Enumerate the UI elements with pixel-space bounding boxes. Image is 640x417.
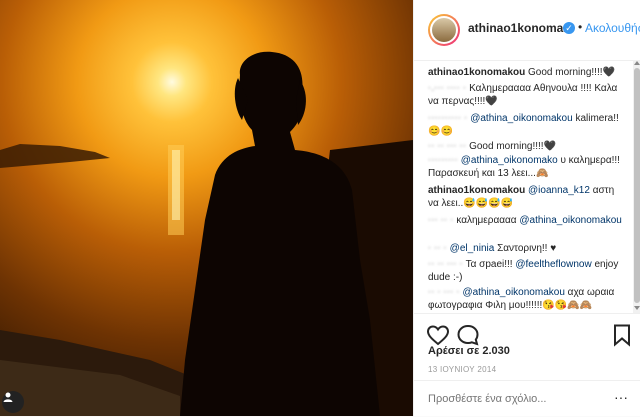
more-options-icon[interactable]: ··· bbox=[614, 389, 628, 405]
comment-item: ·········· · @athina_oikonomakou kalimer… bbox=[428, 112, 624, 138]
comment-mention[interactable]: @ioanna_k12 bbox=[528, 185, 590, 196]
comment-mention[interactable]: @athina_oikonomakou bbox=[519, 215, 621, 226]
user-tag-icon[interactable] bbox=[2, 391, 24, 413]
sunset-silhouette-image bbox=[0, 51, 413, 416]
comment-user[interactable]: ·.··· ···· · bbox=[428, 83, 466, 94]
comment-text: Good morning!!!!🖤 bbox=[528, 67, 615, 78]
comment-mention[interactable]: @feeltheflownow bbox=[515, 259, 591, 270]
comment-item: ·· ·· ··· ·· Good morning!!!!🖤 bbox=[428, 140, 624, 153]
separator-dot: • bbox=[578, 20, 583, 34]
scroll-thumb[interactable] bbox=[634, 68, 640, 303]
comment-item: ········· @athina_oikonomako υ καλημερα!… bbox=[428, 154, 624, 180]
comment-text: Τα σpaei!!! bbox=[465, 259, 513, 270]
add-comment-input[interactable] bbox=[428, 393, 598, 405]
avatar[interactable] bbox=[428, 14, 460, 46]
author-username[interactable]: athinao1konoma... bbox=[468, 21, 573, 35]
scroll-up-arrow-icon[interactable] bbox=[634, 61, 640, 65]
comment-item: ··· ·· · καλημεραααα @athina_oikonomakou bbox=[428, 214, 624, 227]
follow-button[interactable]: Ακολουθήστε bbox=[585, 21, 640, 35]
comment-mention[interactable]: @athina_oikonomakou bbox=[462, 287, 564, 298]
comment-item: athinao1konomakou @ioanna_k12 αστη να λε… bbox=[428, 184, 624, 210]
post-sidebar: athinao1konoma... ✓ • Ακολουθήστε athina… bbox=[413, 0, 640, 416]
comment-user[interactable]: ·· ·· ··· ·· bbox=[428, 141, 466, 152]
comment-user[interactable]: athinao1konomakou bbox=[428, 185, 525, 196]
scroll-down-arrow-icon[interactable] bbox=[634, 306, 640, 310]
comments-scrollbar[interactable] bbox=[633, 60, 640, 313]
comments-list: athinao1konomakou Good morning!!!!🖤 ·.··… bbox=[414, 60, 640, 313]
comment-mention[interactable]: @athina_oikonomako bbox=[461, 155, 558, 166]
comment-user[interactable]: ·········· · bbox=[428, 113, 467, 124]
post-modal: athinao1konoma... ✓ • Ακολουθήστε athina… bbox=[0, 0, 640, 416]
bookmark-icon[interactable] bbox=[610, 323, 634, 347]
verified-icon: ✓ bbox=[563, 22, 575, 34]
comment-user[interactable]: ·· ·· ··· · bbox=[428, 259, 463, 270]
add-comment-bar: ··· bbox=[414, 380, 640, 417]
post-date: 13 ΙΟΥΝΙΟΥ 2014 bbox=[428, 365, 497, 374]
comment-text: Σαντορινη!! ♥ bbox=[497, 243, 557, 254]
comment-text: καλημεραααα bbox=[456, 215, 517, 226]
comment-user[interactable]: ········· bbox=[428, 155, 458, 166]
comment-icon[interactable] bbox=[456, 323, 480, 347]
comment-item: ·· ·· ··· · Τα σpaei!!! @feeltheflownow … bbox=[428, 258, 624, 284]
likes-count[interactable]: Αρέσει σε 2.030 bbox=[428, 345, 510, 357]
comment-item: ·· · ··· · @athina_oikonomakou αχα ωραια… bbox=[428, 286, 624, 312]
comment-user[interactable]: · ·· · bbox=[428, 243, 447, 254]
comment-item: athinao1konomakou Good morning!!!!🖤 bbox=[428, 66, 624, 79]
comment-mention[interactable]: @athina_oikonomakou bbox=[470, 113, 572, 124]
comment-user[interactable]: athinao1konomakou bbox=[428, 67, 525, 78]
comment-item: · ·· · @el_ninia Σαντορινη!! ♥ bbox=[428, 242, 624, 255]
comment-text: Good morning!!!!🖤 bbox=[469, 141, 557, 152]
comment-user[interactable]: ··· ·· · bbox=[428, 215, 454, 226]
comment-item: ·.··· ···· · Καλημεραααα Αθηνουλα !!!! Κ… bbox=[428, 82, 624, 108]
comment-mention[interactable]: @el_ninia bbox=[450, 243, 495, 254]
heart-icon[interactable] bbox=[426, 323, 450, 347]
comment-user[interactable]: ·· · ··· · bbox=[428, 287, 460, 298]
post-photo[interactable] bbox=[0, 0, 413, 416]
post-header: athinao1konoma... ✓ • Ακολουθήστε bbox=[414, 0, 640, 61]
